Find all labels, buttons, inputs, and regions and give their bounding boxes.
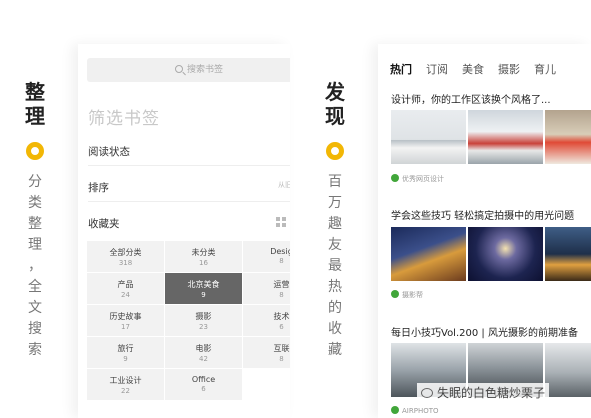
article-title[interactable]: 学会这些技巧 轻松搞定拍摄中的用光问题 [391, 207, 574, 222]
search-input[interactable]: 搜索书签 [87, 58, 290, 82]
divider [88, 165, 290, 166]
folder-tile[interactable]: 运营 8 [243, 273, 290, 304]
folder-tile[interactable]: 工业设计 22 [87, 369, 164, 400]
folder-tile-selected[interactable]: 北京美食 9 [165, 273, 242, 304]
sort-row[interactable]: 排序 从旧 [88, 180, 290, 195]
folder-tile[interactable]: 电影 42 [165, 337, 242, 368]
left-caption-subtitle: 分 类 整 理 ， 全 文 搜 索 [28, 174, 42, 358]
tab-subscribe[interactable]: 订阅 [426, 63, 448, 76]
wechat-source-icon [391, 290, 399, 298]
tab-food[interactable]: 美食 [462, 63, 484, 76]
article-source: 摄影帮 [391, 290, 423, 300]
article-title[interactable]: 设计师，你的工作区该换个风格了... [391, 91, 551, 106]
folder-tile[interactable]: 技术 6 [243, 305, 290, 336]
tab-photo[interactable]: 摄影 [498, 63, 520, 76]
right-caption-title: 发 现 [325, 80, 345, 128]
office-photo [545, 110, 591, 164]
divider [88, 201, 290, 202]
tab-parenting[interactable]: 育儿 [534, 63, 556, 76]
read-status-row[interactable]: 阅读状态 [88, 144, 290, 159]
folder-tile[interactable]: 旅行 9 [87, 337, 164, 368]
office-photo [391, 110, 466, 164]
folders-row: 收藏夹 [88, 216, 290, 231]
filter-title: 筛选书签 [88, 109, 160, 129]
folder-tile[interactable]: 全部分类 318 [87, 241, 164, 272]
right-caption-subtitle: 百 万 趣 友 最 热 的 收 藏 [328, 174, 342, 358]
discover-panel: 热门 订阅 美食 摄影 育儿 设计师，你的工作区该换个风格了... 优秀网页设计 学会这… [378, 44, 591, 418]
folder-tile[interactable]: 互联 8 [243, 337, 290, 368]
folder-tile[interactable]: Office 6 [165, 369, 242, 400]
yellow-ring-icon [326, 142, 344, 160]
right-caption: 发 现 百 万 趣 友 最 热 的 收 藏 [323, 80, 347, 361]
article-images[interactable] [391, 110, 591, 164]
office-photo [468, 110, 543, 164]
watermark: 失眠的白色糖炒栗子 [417, 383, 550, 402]
article-source: 优秀网页设计 [391, 174, 444, 184]
sort-value: 从旧 [278, 181, 290, 189]
tab-hot[interactable]: 热门 [390, 63, 412, 76]
article-title[interactable]: 每日小技巧Vol.200 | 风光摄影的前期准备 [391, 324, 578, 339]
yellow-ring-icon [26, 142, 44, 160]
bookmark-filter-panel: 搜索书签 筛选书签 阅读状态 排序 从旧 收藏夹 全部分类 318 未分类 16 D… [78, 44, 290, 418]
article-images[interactable] [391, 227, 591, 281]
search-icon [175, 65, 183, 73]
wechat-icon [421, 388, 433, 398]
folder-tile[interactable]: 历史故事 17 [87, 305, 164, 336]
wechat-source-icon [391, 406, 399, 414]
night-photo [391, 227, 466, 281]
left-caption-title: 整 理 [25, 80, 45, 128]
folder-tile[interactable]: 摄影 23 [165, 305, 242, 336]
folder-tile[interactable]: 未分类 16 [165, 241, 242, 272]
wechat-source-icon [391, 174, 399, 182]
discover-tabs: 热门 订阅 美食 摄影 育儿 [390, 61, 570, 77]
night-photo [545, 227, 591, 281]
article-source: AIRPHOTO [391, 406, 439, 415]
grid-view-icon[interactable] [276, 217, 286, 227]
night-photo [468, 227, 543, 281]
folder-tile[interactable]: 产品 24 [87, 273, 164, 304]
folder-tile[interactable]: Desig8 [243, 241, 290, 272]
left-caption: 整 理 分 类 整 理 ， 全 文 搜 索 [23, 80, 47, 361]
city-photo [545, 343, 591, 397]
